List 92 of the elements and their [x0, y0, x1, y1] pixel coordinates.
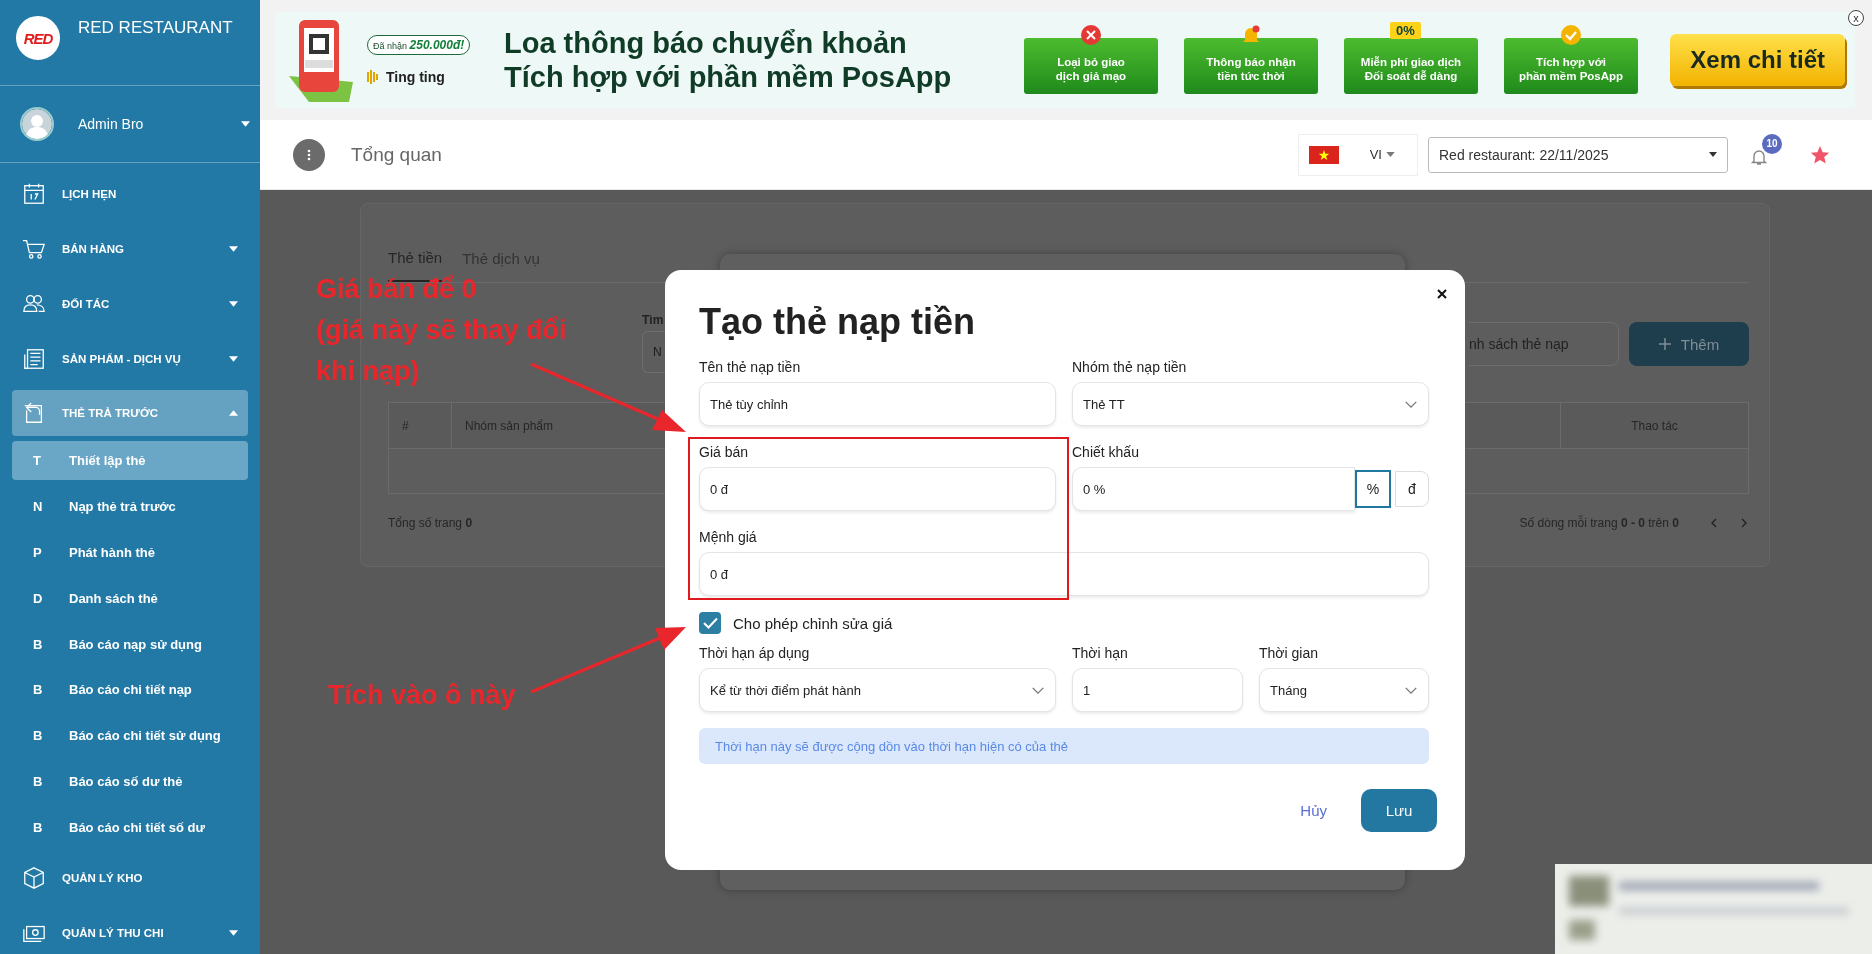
field-label: Chiết khấu	[1072, 443, 1140, 461]
plus-icon	[1658, 338, 1671, 350]
checkbox-label: Cho phép chỉnh sửa giá	[733, 614, 893, 632]
check-icon	[1560, 24, 1582, 46]
document-icon	[22, 346, 46, 371]
received-badge: Đã nhận 250.000đ!	[367, 35, 471, 55]
feature-badge: Loại bỏ giao dịch giả mạo	[1024, 38, 1158, 94]
unit-toggle[interactable]: %	[1355, 470, 1391, 508]
menu-item[interactable]: THẺ TRẢ TRƯỚC	[12, 390, 248, 436]
chevron-down-icon	[1404, 399, 1418, 409]
column-header: #	[402, 418, 409, 433]
menu-item[interactable]: SẢN PHẨM - DỊCH VỤ	[0, 331, 260, 386]
star-icon[interactable]	[1810, 144, 1830, 165]
notification-icon[interactable]	[1750, 147, 1768, 166]
filter-select[interactable]: N	[642, 331, 666, 373]
field-label: Nhóm thẻ nạp tiền	[1072, 358, 1188, 376]
flag-icon	[1309, 145, 1339, 164]
submenu-item[interactable]: B Báo cáo số dư thẻ	[0, 758, 260, 805]
details-button[interactable]: Xem chi tiết	[1670, 34, 1845, 86]
input-field[interactable]: Thẻ tùy chỉnh	[699, 382, 1056, 426]
calendar-icon	[22, 181, 46, 206]
input-field[interactable]: 0 đ	[699, 467, 1056, 511]
error-icon	[1080, 24, 1102, 46]
add-button[interactable]: Thêm	[1629, 322, 1749, 366]
brand-label: Ting ting	[386, 69, 445, 85]
select-field[interactable]: Tháng	[1259, 668, 1429, 712]
brand-name: RED RESTAURANT	[78, 18, 233, 38]
caret-icon	[229, 355, 238, 362]
menu-item[interactable]: QUẢN LÝ THU CHI	[0, 905, 260, 954]
dialog-title: Tạo thẻ nạp tiền	[699, 300, 976, 344]
page-title: Tổng quan	[351, 143, 443, 166]
submenu-item[interactable]: P Phát hành thẻ	[0, 529, 260, 576]
select-field[interactable]: Thẻ TT	[1072, 382, 1429, 426]
caret-icon	[229, 410, 238, 416]
caret-icon	[229, 300, 238, 307]
discount-field[interactable]: 0 %	[1072, 467, 1355, 511]
user-name[interactable]: Admin Bro	[78, 116, 241, 132]
avatar-icon	[20, 107, 54, 141]
caret-icon	[241, 121, 250, 127]
chevron-down-icon	[1404, 685, 1418, 695]
submenu-item[interactable]: B Báo cáo nạp sử dụng	[0, 621, 260, 667]
field-label: Thời gian	[1259, 644, 1319, 662]
cancel-button[interactable]: Hủy	[1300, 798, 1327, 823]
banner-headline: Loa thông báo chuyển khoản	[504, 26, 908, 60]
chevron-down-icon	[1031, 685, 1045, 695]
feature-badge: Tích hợp với phần mềm PosApp	[1504, 38, 1638, 94]
more-icon	[307, 148, 311, 161]
select-field[interactable]: Kể từ thời điểm phát hành	[699, 668, 1056, 712]
submenu-item[interactable]: T Thiết lập thẻ	[12, 441, 248, 480]
box-icon	[22, 865, 46, 890]
caret-icon	[229, 245, 238, 252]
next-icon[interactable]	[1739, 518, 1749, 528]
input-field[interactable]: 1	[1072, 668, 1243, 712]
caret-icon	[229, 929, 238, 936]
annotation-text: Tích vào ô này	[328, 679, 516, 712]
checkbox[interactable]	[699, 612, 721, 634]
caret-icon	[1386, 152, 1395, 157]
menu-button[interactable]	[293, 138, 325, 171]
info-note: Thời hạn này sẽ được cộng dồn vào thời hạn hiện có của thẻ	[699, 728, 1429, 764]
field-label: Thời hạn áp dụng	[699, 644, 811, 662]
discount-tag: 0%	[1390, 22, 1421, 39]
menu-item[interactable]: ĐỐI TÁC	[0, 276, 260, 331]
sound-bars-icon	[367, 69, 381, 85]
field-label: Mệnh giá	[699, 528, 758, 546]
branch-select[interactable]: Red restaurant: 22/11/2025	[1428, 136, 1728, 173]
field-label: Tên thẻ nạp tiền	[699, 358, 802, 376]
close-icon[interactable]	[1435, 287, 1449, 301]
notification-count: 10	[1762, 133, 1782, 154]
submenu-item[interactable]: B Báo cáo chi tiết nạp	[0, 667, 260, 713]
close-ad-button[interactable]: x	[1848, 10, 1864, 26]
menu-item[interactable]: LỊCH HẸN	[0, 166, 260, 221]
save-button[interactable]: Lưu	[1361, 789, 1437, 832]
feature-badge: Miễn phí giao dịch Đối soát dễ dàng	[1344, 38, 1478, 94]
field-label: Giá bán	[699, 443, 750, 461]
submenu-item[interactable]: B Báo cáo chi tiết số dư	[0, 804, 260, 851]
filter-label: Tìm	[642, 313, 665, 327]
caret-icon	[1709, 152, 1717, 157]
logo: RED	[16, 16, 60, 60]
menu-item[interactable]: BÁN HÀNG	[0, 221, 260, 276]
ad-banner[interactable]	[275, 12, 1855, 108]
submenu-item[interactable]: D Danh sách thẻ	[0, 575, 260, 622]
input-field[interactable]: 0 đ	[699, 552, 1429, 596]
banner-headline: Tích hợp với phần mềm PosApp	[504, 60, 953, 94]
previous-icon[interactable]	[1709, 518, 1719, 528]
menu-item[interactable]: QUẢN LÝ KHO	[0, 850, 260, 906]
card-list-button[interactable]: nh sách thẻ nạp	[1469, 322, 1619, 366]
field-label: Thời hạn	[1072, 644, 1129, 662]
unit-toggle[interactable]: đ	[1395, 471, 1429, 507]
feature-badge: Thông báo nhận tiền tức thời	[1184, 38, 1318, 94]
language-select[interactable]: VI	[1298, 133, 1418, 176]
submenu-item[interactable]: B Báo cáo chi tiết sử dụng	[0, 712, 260, 759]
submenu-item[interactable]: N Nạp thẻ trả trước	[0, 483, 260, 530]
